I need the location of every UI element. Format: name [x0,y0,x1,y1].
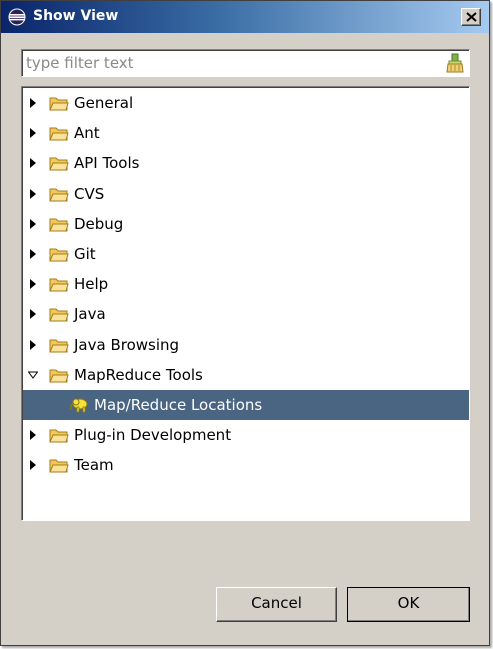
tree-item-label: Debug [74,214,124,233]
collapsed-arrow-icon[interactable] [28,157,38,169]
folder-icon [49,97,69,111]
folder-icon [49,157,69,171]
collapsed-arrow-icon[interactable] [28,248,38,260]
tree-child-item[interactable]: Map/Reduce Locations [23,390,469,420]
collapsed-arrow-icon[interactable] [28,459,38,471]
tree-category-item[interactable]: General [23,88,469,118]
tree-item-label: Map/Reduce Locations [94,396,263,414]
collapsed-arrow-icon[interactable] [28,308,38,320]
eclipse-icon [8,8,26,26]
tree-item-label: CVS [74,184,105,203]
tree-item-label: Team [74,456,114,475]
tree-category-item[interactable]: Debug [23,209,469,239]
show-view-dialog: Show View General Ant API Tools CVS Debug Git… [0,0,490,646]
close-button[interactable] [461,8,481,26]
folder-icon [49,308,69,322]
collapsed-arrow-icon[interactable] [28,218,38,230]
folder-icon [49,339,69,353]
tree-item-label: General [74,94,134,112]
collapsed-arrow-icon[interactable] [28,127,38,139]
folder-icon [49,127,69,141]
tree-category-item[interactable]: MapReduce Tools [23,360,469,390]
folder-icon [49,459,69,473]
close-icon [466,12,477,22]
folder-icon [49,218,69,232]
collapsed-arrow-icon[interactable] [28,278,38,290]
tree-category-item[interactable]: Plug-in Development [23,420,469,450]
clear-filter-icon[interactable] [445,53,465,73]
collapsed-arrow-icon[interactable] [28,339,38,351]
view-tree[interactable]: General Ant API Tools CVS Debug Git Help Java Ja… [21,86,470,521]
folder-icon [49,369,69,383]
folder-icon [49,429,69,443]
tree-category-item[interactable]: API Tools [23,148,469,178]
filter-field [21,49,470,77]
tree-category-item[interactable]: Team [23,450,469,480]
collapsed-arrow-icon[interactable] [28,188,38,200]
tree-category-item[interactable]: Help [23,269,469,299]
elephant-icon [70,398,88,413]
tree-item-label: Java [74,305,106,324]
tree-item-label: Git [74,245,96,263]
title-bar[interactable]: Show View [1,1,489,33]
window-title: Show View [33,8,119,24]
tree-category-item[interactable]: Java [23,299,469,329]
tree-category-item[interactable]: CVS [23,179,469,209]
tree-item-label: Java Browsing [74,335,180,354]
tree-category-item[interactable]: Ant [23,118,469,148]
tree-item-label: MapReduce Tools [74,365,203,384]
cancel-button[interactable]: Cancel [216,587,337,622]
expanded-arrow-icon[interactable] [28,369,38,381]
tree-category-item[interactable]: Java Browsing [23,330,469,360]
folder-icon [49,278,69,292]
tree-item-label: Help [74,275,109,294]
collapsed-arrow-icon[interactable] [28,97,38,109]
ok-button[interactable]: OK [347,587,470,622]
tree-category-item[interactable]: Git [23,239,469,269]
collapsed-arrow-icon[interactable] [28,429,38,441]
folder-icon [49,248,69,262]
tree-item-label: API Tools [74,154,140,173]
folder-icon [49,188,69,202]
tree-item-label: Ant [74,124,100,143]
tree-item-label: Plug-in Development [74,426,232,445]
filter-input[interactable] [24,52,442,74]
